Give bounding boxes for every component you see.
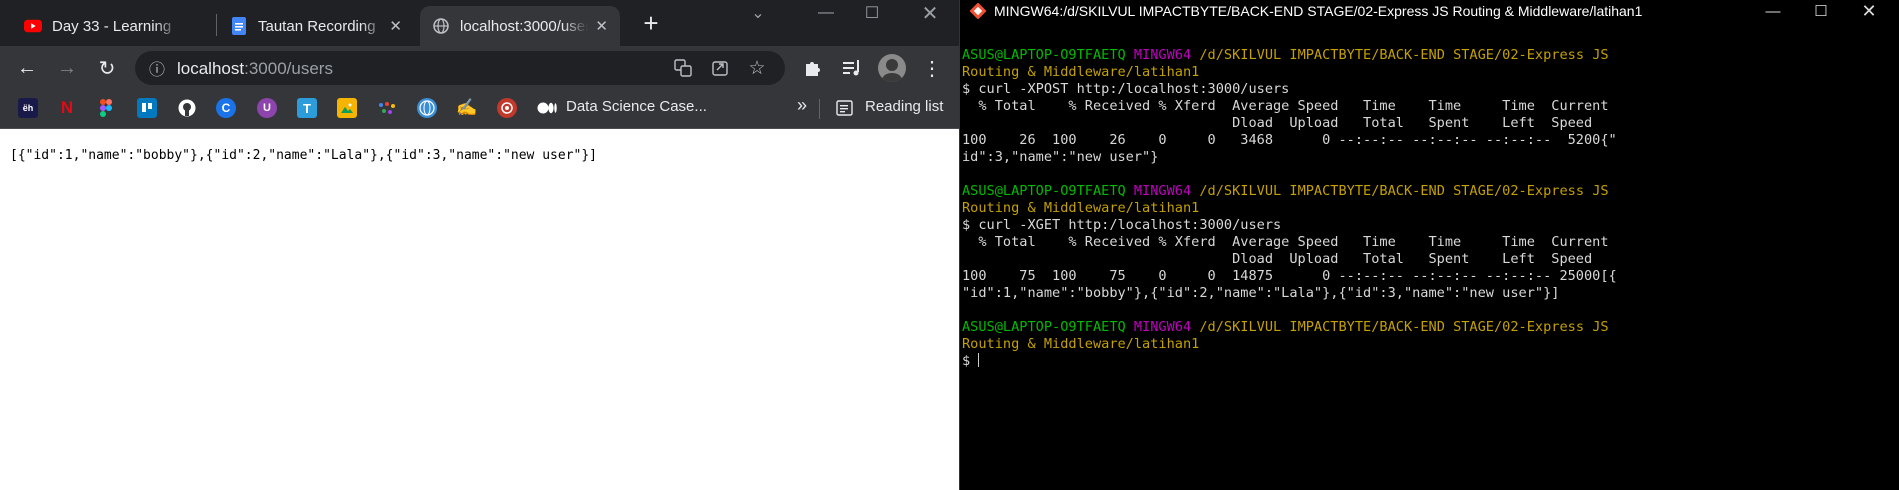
bookmark-c-icon[interactable]: C — [216, 98, 236, 118]
youtube-icon — [24, 17, 42, 35]
prompt-shell: MINGW64 — [1133, 319, 1192, 335]
bookmark-github-icon[interactable] — [177, 98, 197, 118]
bookmarks-bar: ëh N C U T ✍ Data Science Case... » Read… — [0, 89, 959, 129]
tab-title: Day 33 - Learning — [52, 17, 172, 35]
bookmark-globe-icon[interactable] — [417, 98, 437, 118]
tab-title: Tautan Recording — [258, 17, 376, 35]
close-tab-icon[interactable]: ✕ — [595, 17, 608, 35]
terminal-output[interactable]: ASUS@LAPTOP-O9TFAETQ MINGW64 /d/SKILVUL … — [962, 47, 1617, 370]
address-bar[interactable]: ⓘ localhost:3000/users ☆ — [135, 51, 785, 85]
prompt-user: ASUS@LAPTOP-O9TFAETQ — [962, 47, 1126, 63]
google-docs-icon — [230, 17, 248, 35]
minimize-button[interactable]: — — [1750, 0, 1796, 22]
git-bash-icon — [970, 3, 986, 19]
tab-separator — [216, 14, 217, 36]
info-icon[interactable]: ⓘ — [147, 58, 167, 79]
extensions-puzzle-icon[interactable] — [801, 57, 823, 79]
prompt-path-cont: Routing & Middleware/latihan1 — [962, 336, 1200, 352]
command-output: % Total % Received % Xferd Average Speed… — [962, 234, 1617, 301]
reading-list-icon[interactable] — [835, 98, 855, 118]
translate-icon[interactable] — [673, 58, 693, 78]
tab-strip: Day 33 - Learning Tautan Recording ✕ loc… — [0, 0, 959, 46]
bookmark-dots-icon[interactable] — [377, 98, 397, 118]
minimize-button[interactable]: — — [803, 0, 849, 26]
prompt-path: /d/SKILVUL IMPACTBYTE/BACK-END STAGE/02-… — [1199, 183, 1609, 199]
command-line: $ curl -XGET http:/localhost:3000/users — [962, 217, 1282, 233]
reading-list-button[interactable]: Reading list — [865, 98, 943, 115]
bookmark-eh-icon[interactable]: ëh — [18, 98, 38, 118]
terminal-window: MINGW64:/d/SKILVUL IMPACTBYTE/BACK-END S… — [959, 0, 1899, 490]
prompt-path-cont: Routing & Middleware/latihan1 — [962, 200, 1200, 216]
tab-day33[interactable]: Day 33 - Learning — [12, 6, 208, 46]
command-line: $ curl -XPOST http:/localhost:3000/users — [962, 81, 1290, 97]
chevron-down-icon[interactable]: ⌄ — [735, 0, 781, 26]
final-prompt: $ — [962, 353, 979, 369]
media-playlist-icon[interactable] — [841, 57, 863, 79]
bookmark-medium-icon[interactable] — [537, 98, 557, 118]
bookmark-trello-icon[interactable] — [137, 98, 157, 118]
tab-tautan-recording[interactable]: Tautan Recording ✕ — [218, 6, 414, 46]
tab-localhost-users[interactable]: localhost:3000/users ✕ — [420, 6, 620, 46]
back-button[interactable]: ← — [13, 54, 41, 82]
prompt-shell: MINGW64 — [1133, 183, 1192, 199]
browser-window: Day 33 - Learning Tautan Recording ✕ loc… — [0, 0, 959, 490]
prompt-shell: MINGW64 — [1133, 47, 1192, 63]
globe-icon — [432, 17, 450, 35]
star-bookmark-icon[interactable]: ☆ — [747, 58, 767, 79]
bookmark-image-icon[interactable] — [337, 98, 357, 118]
tab-title: localhost:3000/users — [460, 17, 588, 35]
prompt-path-cont: Routing & Middleware/latihan1 — [962, 64, 1200, 80]
prompt-path: /d/SKILVUL IMPACTBYTE/BACK-END STAGE/02-… — [1199, 319, 1609, 335]
new-tab-button[interactable]: + — [638, 10, 664, 36]
url-path: :3000/users — [244, 59, 333, 78]
bookmark-divider — [819, 99, 820, 119]
close-tab-icon[interactable]: ✕ — [389, 17, 402, 35]
page-content: [{"id":1,"name":"bobby"},{"id":2,"name":… — [0, 130, 959, 490]
close-window-button[interactable]: ✕ — [1846, 0, 1892, 22]
bookmark-netflix-icon[interactable]: N — [57, 98, 77, 118]
bookmark-t-icon[interactable]: T — [297, 98, 317, 118]
bookmark-pen-icon[interactable]: ✍ — [456, 98, 477, 118]
bookmark-swirl-icon[interactable] — [497, 98, 517, 118]
menu-kebab-icon[interactable]: ⋮ — [921, 57, 943, 80]
json-response-text: [{"id":1,"name":"bobby"},{"id":2,"name":… — [10, 148, 597, 163]
bookmark-u-icon[interactable]: U — [257, 98, 277, 118]
command-output: % Total % Received % Xferd Average Speed… — [962, 98, 1617, 165]
avatar[interactable] — [878, 54, 906, 82]
text-cursor — [978, 353, 980, 367]
share-icon[interactable] — [710, 58, 730, 78]
prompt-user: ASUS@LAPTOP-O9TFAETQ — [962, 319, 1126, 335]
forward-button[interactable]: → — [53, 54, 81, 82]
bookmark-figma-icon[interactable] — [96, 98, 116, 118]
browser-toolbar: ← → ↻ ⓘ localhost:3000/users ☆ ⋮ — [0, 46, 959, 89]
url-text[interactable]: localhost:3000/users — [177, 59, 333, 79]
prompt-path: /d/SKILVUL IMPACTBYTE/BACK-END STAGE/02-… — [1199, 47, 1609, 63]
bookmark-data-science[interactable]: Data Science Case... — [566, 98, 707, 115]
maximize-button[interactable]: ☐ — [849, 0, 895, 26]
reload-button[interactable]: ↻ — [93, 54, 121, 82]
maximize-button[interactable]: ☐ — [1798, 0, 1844, 22]
url-host: localhost — [177, 59, 245, 78]
prompt-user: ASUS@LAPTOP-O9TFAETQ — [962, 183, 1126, 199]
close-window-button[interactable]: ✕ — [907, 0, 953, 26]
terminal-title-bar: MINGW64:/d/SKILVUL IMPACTBYTE/BACK-END S… — [960, 0, 1899, 22]
more-bookmarks-button[interactable]: » — [797, 95, 807, 116]
terminal-title: MINGW64:/d/SKILVUL IMPACTBYTE/BACK-END S… — [994, 3, 1643, 19]
